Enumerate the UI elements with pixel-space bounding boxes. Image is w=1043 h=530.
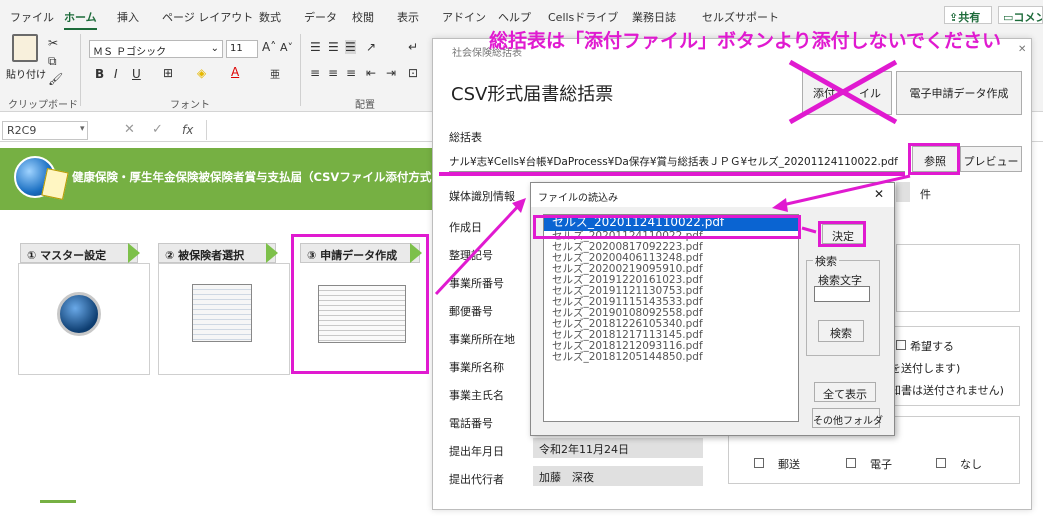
arrowhead-icon: [772, 198, 788, 212]
arrow-browse-to-list: [777, 174, 911, 208]
arrow-item-to-decide: [801, 226, 817, 234]
arrow-step-to-dialog: [434, 200, 524, 296]
screen: { "ribbon": { "tabs": ["ファイル","ホーム","挿入"…: [0, 0, 1043, 530]
annotation-arrows: [434, 59, 911, 296]
annotation-note: 総括表は「添付ファイル」ボタンより添付しないでください: [489, 30, 1002, 52]
